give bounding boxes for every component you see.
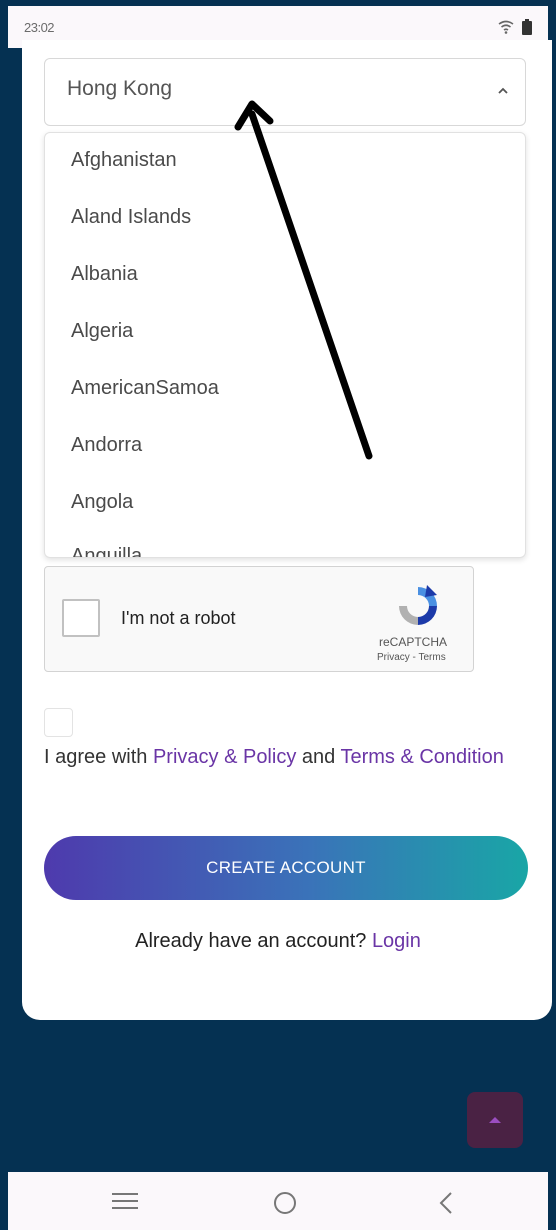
country-option[interactable]: Afghanistan <box>71 149 177 172</box>
country-option[interactable]: Angola <box>71 491 133 514</box>
recaptcha-logo-icon <box>399 585 437 625</box>
country-dropdown[interactable]: Afghanistan Aland Islands Albania Algeri… <box>44 132 526 558</box>
country-option[interactable]: Aland Islands <box>71 206 191 229</box>
recaptcha-brand: reCAPTCHA <box>379 635 448 649</box>
privacy-policy-link[interactable]: Privacy & Policy <box>153 746 296 768</box>
login-link[interactable]: Login <box>372 930 421 952</box>
country-option[interactable]: Algeria <box>71 320 133 343</box>
back-icon[interactable] <box>438 1190 454 1216</box>
chevron-up-icon <box>498 87 508 94</box>
scroll-to-top-button[interactable] <box>467 1092 523 1148</box>
country-select-value: Hong Kong <box>67 77 173 100</box>
login-prompt: Already have an account? Login <box>0 930 556 953</box>
login-prompt-text: Already have an account? <box>135 930 372 952</box>
menu-icon[interactable] <box>112 1190 138 1212</box>
arrow-up-icon <box>489 1117 501 1123</box>
status-time: 23:02 <box>24 19 55 35</box>
battery-icon <box>522 19 532 35</box>
home-icon[interactable] <box>272 1190 298 1216</box>
recaptcha-label: I'm not a robot <box>121 608 236 628</box>
wifi-icon <box>498 20 514 34</box>
country-option[interactable]: Anguilla <box>71 545 142 557</box>
terms-link[interactable]: Terms & Condition <box>340 746 503 768</box>
agree-checkbox[interactable] <box>44 708 73 737</box>
recaptcha-links[interactable]: Privacy - Terms <box>377 652 446 663</box>
country-option[interactable]: AmericanSamoa <box>71 377 219 400</box>
recaptcha-widget: I'm not a robot reCAPTCHA Privacy - Term… <box>44 566 474 672</box>
agree-prefix: I agree with <box>44 746 153 768</box>
agree-middle: and <box>296 746 341 768</box>
status-icons <box>498 19 532 35</box>
create-account-button[interactable]: CREATE ACCOUNT <box>44 836 528 900</box>
recaptcha-checkbox[interactable] <box>62 599 100 637</box>
android-nav-bar <box>8 1172 548 1230</box>
country-option[interactable]: Andorra <box>71 434 142 457</box>
country-select[interactable]: Hong Kong <box>44 58 526 126</box>
agree-text: I agree with Privacy & Policy and Terms … <box>44 740 514 774</box>
app-frame: 23:02 Hong Kong Afghanistan Aland Island… <box>0 0 556 1230</box>
country-option[interactable]: Albania <box>71 263 138 286</box>
